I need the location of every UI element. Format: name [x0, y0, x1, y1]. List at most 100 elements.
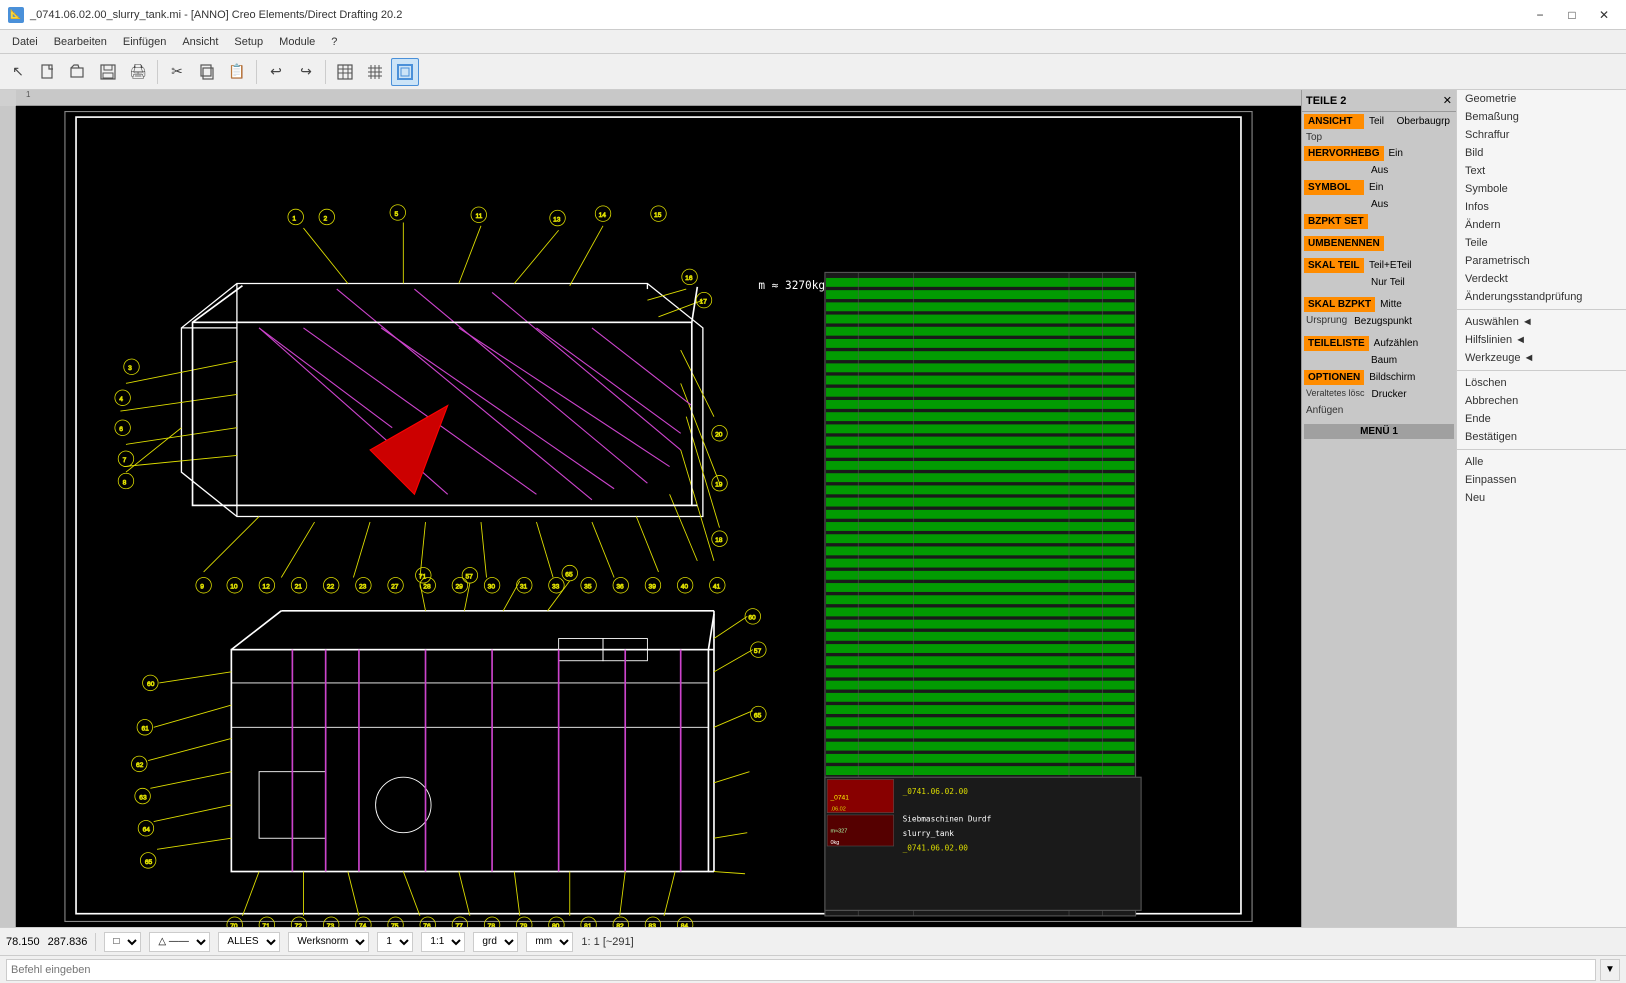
- open-button[interactable]: [64, 58, 92, 86]
- menu-bestaetigen[interactable]: Bestätigen: [1457, 428, 1626, 446]
- svg-text:82: 82: [616, 923, 624, 927]
- menu-alle[interactable]: Alle: [1457, 453, 1626, 471]
- bildschirm-button[interactable]: Bildschirm: [1365, 370, 1454, 385]
- menu-werkzeuge[interactable]: Werkzeuge ◄: [1457, 349, 1626, 367]
- grid-button[interactable]: [361, 58, 389, 86]
- menu-bar: DateiBearbeitenEinfügenAnsichtSetupModul…: [0, 30, 1626, 54]
- menu-auswaehlen[interactable]: Auswählen ◄: [1457, 313, 1626, 331]
- teile2-close-icon[interactable]: ✕: [1443, 94, 1452, 107]
- svg-text:83: 83: [649, 923, 657, 927]
- cursor-tool-button[interactable]: ↖: [4, 58, 32, 86]
- svg-text:slurry_tank: slurry_tank: [903, 829, 955, 838]
- nur-teil-button[interactable]: Nur Teil: [1367, 275, 1454, 290]
- menu-bild[interactable]: Bild: [1457, 144, 1626, 162]
- menu-infos[interactable]: Infos: [1457, 198, 1626, 216]
- bzpkt-set-button[interactable]: BZPKT SET: [1304, 214, 1368, 229]
- menu-bemaszung[interactable]: Bemaßung: [1457, 108, 1626, 126]
- command-dropdown-button[interactable]: ▼: [1600, 959, 1620, 981]
- coord-dropdown[interactable]: grd: [473, 932, 518, 952]
- svg-text:19: 19: [715, 482, 723, 489]
- teile2-hervorhebg-row: HERVORHEBG Ein: [1304, 146, 1454, 161]
- menu-text[interactable]: Text: [1457, 162, 1626, 180]
- symbol-button[interactable]: SYMBOL: [1304, 180, 1364, 195]
- herv-ein-button[interactable]: Ein: [1385, 146, 1455, 161]
- skal-teil-button[interactable]: SKAL TEIL: [1304, 258, 1364, 273]
- menu-loeschen[interactable]: Löschen: [1457, 374, 1626, 392]
- teil-eteil-button[interactable]: Teil+ETeil: [1365, 258, 1454, 273]
- menu-aenderungsstandpruefung[interactable]: Änderungsstandprüfung: [1457, 288, 1626, 306]
- menu-parametrisch[interactable]: Parametrisch: [1457, 252, 1626, 270]
- teile2-umbenennen-row: UMBENENNEN: [1304, 236, 1454, 251]
- norm-dropdown[interactable]: Werksnorm: [288, 932, 369, 952]
- num1-dropdown[interactable]: 1: [377, 932, 413, 952]
- menu-bar-item-?[interactable]: ?: [323, 34, 345, 50]
- svg-text:17: 17: [700, 298, 708, 305]
- menu-abbrechen[interactable]: Abbrechen: [1457, 392, 1626, 410]
- menu-bar-item-bearbeiten[interactable]: Bearbeiten: [46, 34, 115, 50]
- menu-bar-item-ansicht[interactable]: Ansicht: [174, 34, 226, 50]
- svg-text:73: 73: [327, 923, 335, 927]
- maximize-button[interactable]: □: [1558, 4, 1586, 26]
- teile2-sym-aus-row: Aus: [1304, 197, 1454, 212]
- ansicht-button[interactable]: ANSICHT: [1304, 114, 1364, 129]
- scale-dropdown[interactable]: 1:1: [421, 932, 465, 952]
- menu-bar-item-datei[interactable]: Datei: [4, 34, 46, 50]
- fr-sep-1: [1457, 309, 1626, 310]
- drucker-button[interactable]: Drucker: [1368, 387, 1454, 402]
- sym-ein-button[interactable]: Ein: [1365, 180, 1454, 195]
- baum-button[interactable]: Baum: [1367, 353, 1454, 368]
- redo-button[interactable]: ↪: [292, 58, 320, 86]
- copy-button[interactable]: [193, 58, 221, 86]
- save-button[interactable]: [94, 58, 122, 86]
- menu-aendern[interactable]: Ändern: [1457, 216, 1626, 234]
- cut-button[interactable]: ✂: [163, 58, 191, 86]
- table-button[interactable]: [331, 58, 359, 86]
- menu-verdeckt[interactable]: Verdeckt: [1457, 270, 1626, 288]
- hervorhebg-button[interactable]: HERVORHEBG: [1304, 146, 1384, 161]
- new-button[interactable]: [34, 58, 62, 86]
- spacer3: [1304, 292, 1454, 296]
- teile2-skalbzpkt-row: SKAL BZPKT Mitte: [1304, 297, 1454, 312]
- command-bar: ▼: [0, 955, 1626, 983]
- menu-symbole[interactable]: Symbole: [1457, 180, 1626, 198]
- menu-neu[interactable]: Neu: [1457, 489, 1626, 507]
- sym-aus-button[interactable]: Aus: [1367, 197, 1454, 212]
- line-dropdown[interactable]: △ ——: [149, 932, 210, 952]
- menu-bar-item-module[interactable]: Module: [271, 34, 323, 50]
- aufzaehlen-button[interactable]: Aufzählen: [1370, 336, 1454, 351]
- minimize-button[interactable]: −: [1526, 4, 1554, 26]
- menu-bar-item-setup[interactable]: Setup: [226, 34, 271, 50]
- teileliste-button[interactable]: TEILELISTE: [1304, 336, 1369, 351]
- command-input[interactable]: [6, 959, 1596, 981]
- menu1-button[interactable]: MENÜ 1: [1304, 424, 1454, 439]
- mitte-button[interactable]: Mitte: [1376, 297, 1454, 312]
- menu-hilfslinien[interactable]: Hilfslinien ◄: [1457, 331, 1626, 349]
- oberbaugrp-button[interactable]: Oberbaugrp: [1393, 114, 1454, 129]
- print-button[interactable]: 🖨: [124, 58, 152, 86]
- toolbar-sep-1: [157, 60, 158, 84]
- herv-aus-button[interactable]: Aus: [1367, 163, 1454, 178]
- bezugspunkt-button[interactable]: Bezugspunkt: [1350, 314, 1454, 329]
- teil-button[interactable]: Teil: [1365, 114, 1392, 129]
- unit-dropdown[interactable]: mm: [526, 932, 573, 952]
- shape-dropdown[interactable]: □: [104, 932, 141, 952]
- menu-geometrie[interactable]: Geometrie: [1457, 90, 1626, 108]
- layer-dropdown[interactable]: ALLES: [218, 932, 280, 952]
- main-canvas[interactable]: m ≈ 3270kg: [16, 106, 1301, 927]
- teile2-panel: TEILE 2 ✕ ANSICHT Teil Oberbaugrp Top HE…: [1301, 90, 1456, 927]
- menu-einpassen[interactable]: Einpassen: [1457, 471, 1626, 489]
- menu-teile[interactable]: Teile: [1457, 234, 1626, 252]
- umbenennen-button[interactable]: UMBENENNEN: [1304, 236, 1384, 251]
- svg-text:65: 65: [145, 859, 153, 866]
- status-sep-1: [95, 933, 96, 951]
- menu-ende[interactable]: Ende: [1457, 410, 1626, 428]
- undo-button[interactable]: ↩: [262, 58, 290, 86]
- skal-bzpkt-button[interactable]: SKAL BZPKT: [1304, 297, 1375, 312]
- optionen-button[interactable]: OPTIONEN: [1304, 370, 1364, 385]
- svg-text:m≈327: m≈327: [830, 829, 847, 835]
- frame-button[interactable]: [391, 58, 419, 86]
- menu-schraffur[interactable]: Schraffur: [1457, 126, 1626, 144]
- paste-button[interactable]: 📋: [223, 58, 251, 86]
- close-button[interactable]: ✕: [1590, 4, 1618, 26]
- menu-bar-item-einfügen[interactable]: Einfügen: [115, 34, 174, 50]
